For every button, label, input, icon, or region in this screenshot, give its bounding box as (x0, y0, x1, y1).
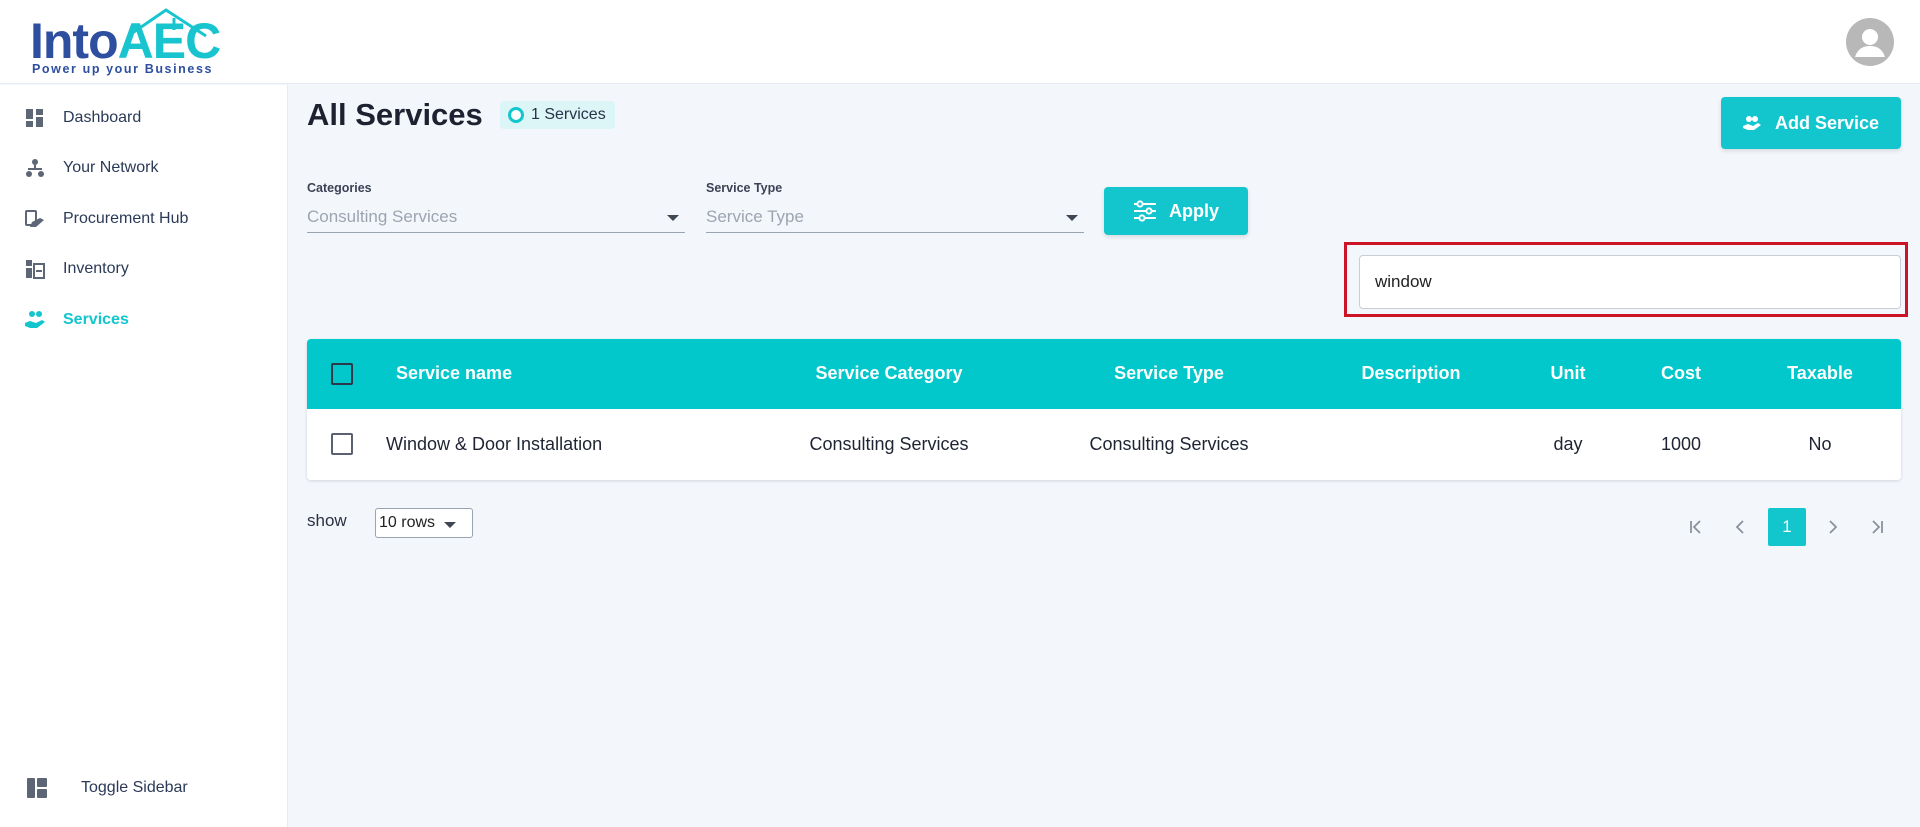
services-icon (24, 309, 46, 331)
table-header: Service name Service Category Service Ty… (307, 339, 1901, 409)
add-service-icon (1742, 116, 1761, 130)
sidebar-item-services[interactable]: Services (0, 298, 288, 342)
service-type-placeholder: Service Type (706, 207, 804, 226)
search-input[interactable] (1359, 255, 1901, 309)
service-count-badge: 1 Services (500, 101, 615, 129)
categories-label: Categories (307, 181, 372, 195)
column-header-service-type[interactable]: Service Type (1114, 363, 1224, 384)
page-1-button[interactable]: 1 (1768, 508, 1806, 546)
add-service-button[interactable]: Add Service (1721, 97, 1901, 149)
sidebar-item-inventory[interactable]: Inventory (0, 247, 288, 291)
sidebar-toggle-icon (26, 777, 48, 799)
previous-page-button[interactable] (1722, 508, 1760, 546)
add-service-label: Add Service (1774, 112, 1880, 133)
inventory-icon (24, 258, 46, 280)
user-avatar[interactable] (1846, 18, 1894, 66)
filter-sliders-icon (1133, 200, 1156, 222)
column-header-service-category[interactable]: Service Category (815, 363, 962, 384)
service-type-label: Service Type (706, 181, 783, 195)
table-row[interactable]: Window & Door Installation Consulting Se… (307, 409, 1901, 480)
last-page-icon (1872, 520, 1883, 534)
rows-per-page-select[interactable]: 10 rows (375, 508, 473, 538)
network-icon (24, 157, 46, 179)
select-all-checkbox[interactable] (331, 363, 353, 385)
row-checkbox[interactable] (331, 433, 353, 455)
column-header-service-name[interactable]: Service name (396, 363, 512, 384)
first-page-button[interactable] (1677, 508, 1715, 546)
dashboard-icon (24, 107, 46, 129)
sidebar-item-your-network[interactable]: Your Network (0, 146, 288, 190)
cell-service-category: Consulting Services (809, 434, 969, 454)
status-dot-icon (508, 107, 524, 123)
categories-value: Consulting Services (307, 207, 458, 226)
sidebar-item-label: Your Network (63, 159, 159, 176)
cell-unit: day (1553, 434, 1583, 454)
user-avatar-icon (1855, 29, 1885, 57)
column-header-taxable[interactable]: Taxable (1787, 363, 1853, 384)
chevron-left-icon (1735, 520, 1744, 534)
cell-taxable: No (1808, 434, 1832, 454)
column-header-description[interactable]: Description (1361, 363, 1460, 384)
top-bar: IntoAEC Power up your Business (0, 0, 1920, 84)
logo-accent: AEC (117, 13, 222, 69)
cell-service-name: Window & Door Installation (386, 434, 603, 454)
sidebar-item-label: Procurement Hub (63, 210, 189, 227)
first-page-icon (1690, 520, 1701, 534)
cell-service-type: Consulting Services (1089, 434, 1249, 454)
logo-wordmark: IntoAEC (30, 13, 222, 69)
services-table: Service name Service Category Service Ty… (307, 339, 1901, 480)
page-title: All Services (307, 97, 483, 132)
cell-cost: 1000 (1660, 434, 1702, 454)
logo[interactable]: IntoAEC Power up your Business (30, 8, 222, 78)
toggle-sidebar-label: Toggle Sidebar (81, 779, 188, 796)
sidebar-item-label: Services (63, 311, 129, 328)
chevron-down-icon (667, 215, 679, 221)
sidebar-item-dashboard[interactable]: Dashboard (0, 96, 288, 140)
apply-filters-button[interactable]: Apply (1104, 187, 1248, 235)
column-header-cost[interactable]: Cost (1661, 363, 1701, 384)
procurement-icon (24, 208, 46, 230)
service-type-select[interactable]: Service Type (706, 203, 1084, 233)
column-header-unit[interactable]: Unit (1551, 363, 1586, 384)
logo-tagline: Power up your Business (32, 62, 214, 76)
rows-per-page-label: show (307, 511, 347, 530)
last-page-button[interactable] (1858, 508, 1896, 546)
chevron-down-icon (1066, 215, 1078, 221)
rows-per-page-value: 10 rows (379, 514, 436, 531)
logo-word: Into (30, 13, 119, 69)
sidebar-item-label: Dashboard (63, 109, 142, 126)
sidebar: Dashboard Your Network Procurement Hub I… (0, 85, 288, 827)
service-count-text: 1 Services (531, 106, 606, 123)
sidebar-item-procurement-hub[interactable]: Procurement Hub (0, 197, 288, 241)
categories-select[interactable]: Consulting Services (307, 203, 685, 233)
next-page-button[interactable] (1813, 508, 1851, 546)
sidebar-item-label: Inventory (63, 260, 129, 277)
chevron-down-icon (444, 522, 456, 528)
chevron-right-icon (1829, 520, 1838, 534)
toggle-sidebar-button[interactable]: Toggle Sidebar (0, 766, 288, 810)
apply-label: Apply (1168, 200, 1219, 221)
